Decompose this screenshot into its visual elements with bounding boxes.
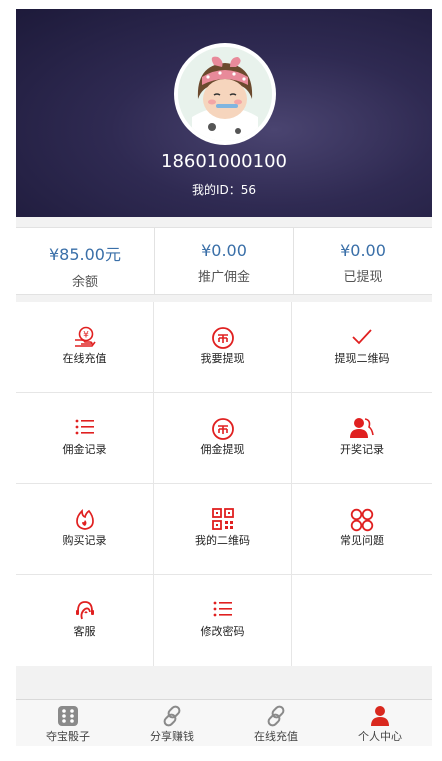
menu-item-label: 修改密码	[200, 625, 245, 638]
stat-label: 已提现	[343, 270, 383, 285]
menu-item-label: 购买记录	[62, 534, 107, 547]
menu-item-draw-records[interactable]: 开奖记录	[292, 393, 432, 484]
avatar[interactable]	[174, 43, 276, 145]
list-icon	[213, 601, 232, 617]
svg-text:¥: ¥	[83, 331, 89, 341]
list-icon	[75, 419, 94, 435]
dice-icon	[58, 706, 78, 726]
user-id-label: 我的ID：	[191, 183, 241, 197]
menu-item-recharge[interactable]: ¥ 在线充值	[16, 302, 154, 393]
tab-label: 个人中心	[358, 730, 402, 743]
user-id: 我的ID：56	[16, 181, 432, 198]
menu-item-label: 佣金提现	[200, 443, 245, 456]
stat-withdrawn[interactable]: ¥0.00 已提现	[294, 228, 432, 294]
menu-item-label: 开奖记录	[340, 443, 384, 456]
menu-item-my-qrcode[interactable]: 我的二维码	[154, 484, 292, 575]
profile-header: 18601000100 我的ID：56	[16, 9, 432, 217]
checkmark-icon	[352, 329, 372, 345]
tab-label: 分享赚钱	[150, 730, 194, 743]
stat-label: 余额	[71, 275, 98, 290]
menu-item-label: 客服	[73, 625, 96, 638]
link-icon	[163, 705, 181, 727]
menu-item-withdraw[interactable]: 我要提现	[154, 302, 292, 393]
menu-item-commission-withdraw[interactable]: 佣金提现	[154, 393, 292, 484]
menu-item-label: 在线充值	[62, 352, 107, 365]
phone-number: 18601000100	[161, 151, 287, 172]
stat-value: ¥85.00元	[49, 245, 121, 264]
menu-empty-cell	[292, 575, 432, 666]
stat-label: 推广佣金	[197, 270, 250, 285]
stats-bar: ¥85.00元 余额 ¥0.00 推广佣金 ¥0.00 已提现	[16, 227, 432, 295]
user-id-value: 56	[240, 183, 257, 197]
avatar-image	[178, 47, 272, 141]
qrcode-icon	[211, 508, 234, 530]
menu-item-label: 我要提现	[200, 352, 245, 365]
stat-value: ¥0.00	[201, 241, 247, 260]
menu-item-label: 提现二维码	[334, 352, 390, 365]
stat-balance[interactable]: ¥85.00元 余额	[16, 228, 155, 294]
person-icon	[371, 706, 389, 726]
headset-icon	[75, 601, 94, 620]
bottom-tab-bar: 夺宝骰子 分享赚钱 在线充值 个人中心	[16, 699, 432, 746]
menu-item-faq[interactable]: 常见问题	[292, 484, 432, 575]
tab-share[interactable]: 分享赚钱	[120, 700, 224, 746]
menu-item-label: 常见问题	[340, 534, 384, 547]
menu-item-label: 我的二维码	[195, 534, 250, 547]
link-icon	[267, 705, 285, 727]
menu-item-change-password[interactable]: 修改密码	[154, 575, 292, 666]
menu-item-withdraw-qrcode[interactable]: 提现二维码	[292, 302, 432, 393]
fire-icon	[75, 508, 94, 530]
tab-label: 夺宝骰子	[46, 730, 90, 743]
tab-label: 在线充值	[254, 730, 298, 743]
tab-dice[interactable]: 夺宝骰子	[16, 700, 120, 746]
users-icon	[350, 418, 374, 438]
stat-value: ¥0.00	[340, 241, 386, 260]
withdraw-icon	[211, 418, 234, 440]
recharge-icon: ¥	[74, 326, 96, 347]
menu-item-purchase-records[interactable]: 购买记录	[16, 484, 154, 575]
app-container: 18601000100 我的ID：56 ¥85.00元 余额 ¥0.00 推广佣…	[16, 9, 432, 746]
menu-grid: ¥ 在线充值 我要提现 提现二维码 佣金记录 佣金提现 开奖记录 购买记录 我的…	[16, 302, 432, 666]
circles-icon	[350, 508, 374, 532]
menu-item-label: 佣金记录	[62, 443, 107, 456]
withdraw-icon	[211, 327, 234, 349]
stat-commission[interactable]: ¥0.00 推广佣金	[155, 228, 294, 294]
tab-profile[interactable]: 个人中心	[328, 700, 432, 746]
tab-recharge[interactable]: 在线充值	[224, 700, 328, 746]
menu-item-commission-records[interactable]: 佣金记录	[16, 393, 154, 484]
menu-item-customer-service[interactable]: 客服	[16, 575, 154, 666]
